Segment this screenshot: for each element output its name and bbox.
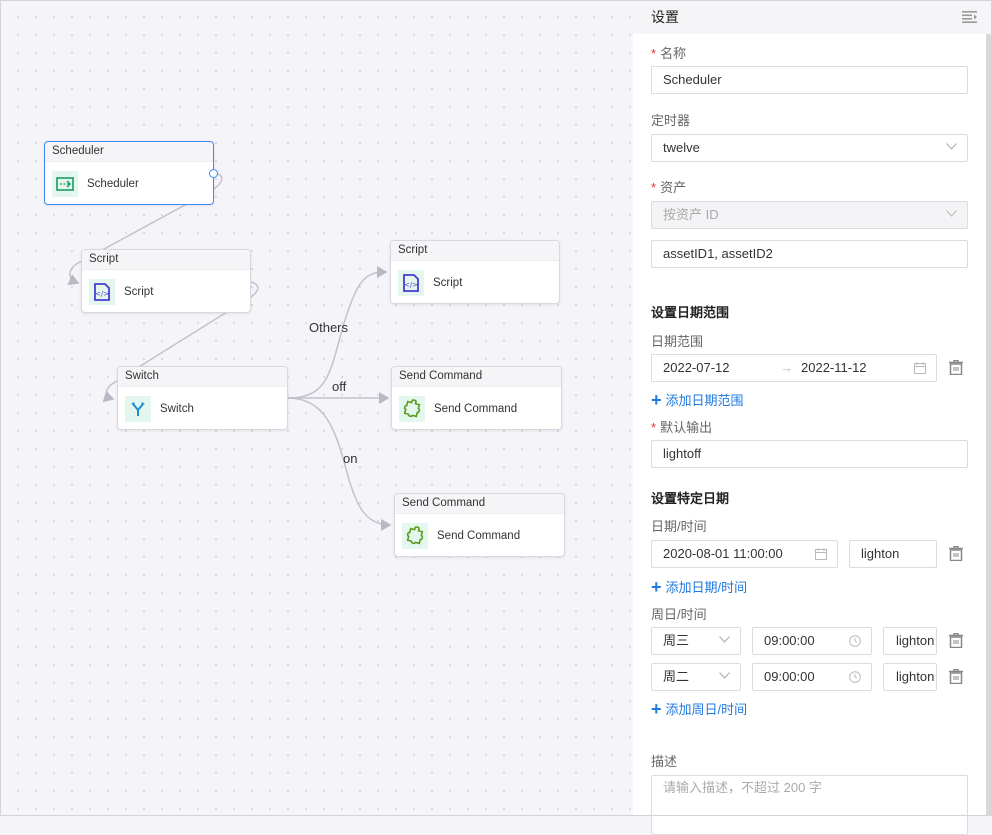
description-label: 描述: [651, 754, 678, 769]
clock-icon: [849, 635, 861, 647]
date-range-picker[interactable]: 2022-07-12 → 2022-11-12: [651, 354, 937, 382]
chevron-down-icon: [946, 210, 957, 217]
date-range-section-title: 设置日期范围: [651, 305, 730, 320]
node-label: Script: [124, 286, 154, 298]
chevron-down-icon: [946, 143, 957, 150]
settings-panel: 设置 * 名称 Scheduler 定时器 twelve * 资产 按资产 ID a…: [633, 0, 992, 835]
calendar-icon: [815, 548, 827, 560]
node-label: Switch: [160, 403, 194, 415]
output-port[interactable]: [209, 169, 218, 178]
node-header: Send Command: [395, 494, 564, 514]
node-script[interactable]: Script </> Script: [81, 249, 251, 313]
weekday-select[interactable]: 周三: [651, 627, 741, 655]
node-label: Send Command: [437, 530, 521, 542]
edge-label-off: off: [332, 379, 347, 394]
node-label: Scheduler: [87, 178, 139, 190]
asset-label: * 资产: [651, 180, 687, 195]
timer-select[interactable]: twelve: [651, 134, 968, 162]
edge-switch-send2: [287, 397, 392, 531]
datetime-value: 2020-08-01 11:00:00: [663, 546, 783, 561]
date-range-start: 2022-07-12: [663, 360, 730, 375]
weekday-output-input[interactable]: lighton: [883, 627, 937, 655]
panel-title: 设置: [651, 9, 679, 25]
default-output-label: * 默认输出: [651, 420, 713, 435]
collapse-panel-icon[interactable]: [962, 11, 978, 26]
node-scheduler[interactable]: Scheduler Scheduler: [44, 141, 218, 205]
date-range-separator: →: [780, 360, 793, 375]
timer-label: 定时器: [651, 113, 691, 128]
delete-weekday-icon[interactable]: [949, 633, 963, 648]
asset-ids-input[interactable]: assetID1, assetID2: [651, 240, 968, 268]
delete-date-range-icon[interactable]: [949, 360, 963, 375]
script-icon: </>: [398, 270, 424, 296]
add-datetime-link[interactable]: + 添加日期/时间: [651, 577, 747, 596]
plus-icon: +: [651, 698, 662, 719]
weekday-label: 周日/时间: [651, 607, 707, 622]
delete-datetime-icon[interactable]: [949, 546, 963, 561]
svg-text:</>: </>: [404, 281, 418, 289]
weekday-time-picker[interactable]: 09:00:00: [752, 663, 872, 691]
name-input[interactable]: Scheduler: [651, 66, 968, 94]
weekday-output-input[interactable]: lighton: [883, 663, 937, 691]
node-header: Scheduler: [45, 142, 213, 162]
asset-mode-select: 按资产 ID: [651, 201, 968, 229]
scrollbar[interactable]: [986, 34, 991, 816]
panel-header: 设置: [633, 0, 992, 34]
weekday-select[interactable]: 周二: [651, 663, 741, 691]
switch-icon: [125, 396, 151, 422]
node-header: Send Command: [392, 367, 561, 387]
weekday-time-picker[interactable]: 09:00:00: [752, 627, 872, 655]
node-header: Switch: [118, 367, 287, 387]
node-send-command[interactable]: Send Command Send Command: [391, 366, 562, 430]
scheduler-icon: [52, 171, 78, 197]
node-switch[interactable]: Switch Switch: [117, 366, 288, 430]
puzzle-icon: [399, 396, 425, 422]
chevron-down-icon: [719, 636, 730, 643]
puzzle-icon: [402, 523, 428, 549]
datetime-picker[interactable]: 2020-08-01 11:00:00: [651, 540, 838, 568]
svg-text:</>: </>: [95, 290, 109, 298]
node-label: Send Command: [434, 403, 518, 415]
chevron-down-icon: [719, 672, 730, 679]
date-range-label: 日期范围: [651, 334, 704, 349]
datetime-label: 日期/时间: [651, 519, 707, 534]
node-script-2[interactable]: Script </> Script: [390, 240, 560, 304]
weekday-value: 周三: [663, 633, 690, 648]
timer-value: twelve: [663, 140, 700, 155]
datetime-output-input[interactable]: lighton: [849, 540, 937, 568]
clock-icon: [849, 671, 861, 683]
weekday-value: 周二: [663, 669, 690, 684]
edge-label-on: on: [343, 451, 358, 466]
node-send-command-2[interactable]: Send Command Send Command: [394, 493, 565, 557]
name-label: * 名称: [651, 46, 687, 61]
description-textarea[interactable]: 请输入描述，不超过 200 字: [651, 775, 968, 835]
node-header: Script: [82, 250, 250, 270]
add-date-range-link[interactable]: + 添加日期范围: [651, 390, 744, 409]
script-icon: </>: [89, 279, 115, 305]
time-value: 09:00:00: [764, 669, 815, 684]
specific-date-section-title: 设置特定日期: [651, 491, 730, 506]
node-header: Script: [391, 241, 559, 261]
edge-label-others: Others: [309, 320, 349, 335]
add-weekday-link[interactable]: + 添加周日/时间: [651, 699, 747, 718]
time-value: 09:00:00: [764, 633, 815, 648]
asset-mode-value: 按资产 ID: [663, 207, 719, 222]
delete-weekday-icon[interactable]: [949, 669, 963, 684]
default-output-input[interactable]: lightoff: [651, 440, 968, 468]
plus-icon: +: [651, 576, 662, 597]
description-placeholder: 请输入描述，不超过 200 字: [663, 780, 822, 795]
flow-canvas[interactable]: Others off on Scheduler Scheduler Script…: [0, 0, 633, 816]
date-range-end: 2022-11-12: [801, 360, 867, 375]
calendar-icon: [914, 362, 926, 374]
plus-icon: +: [651, 389, 662, 410]
node-label: Script: [433, 277, 463, 289]
